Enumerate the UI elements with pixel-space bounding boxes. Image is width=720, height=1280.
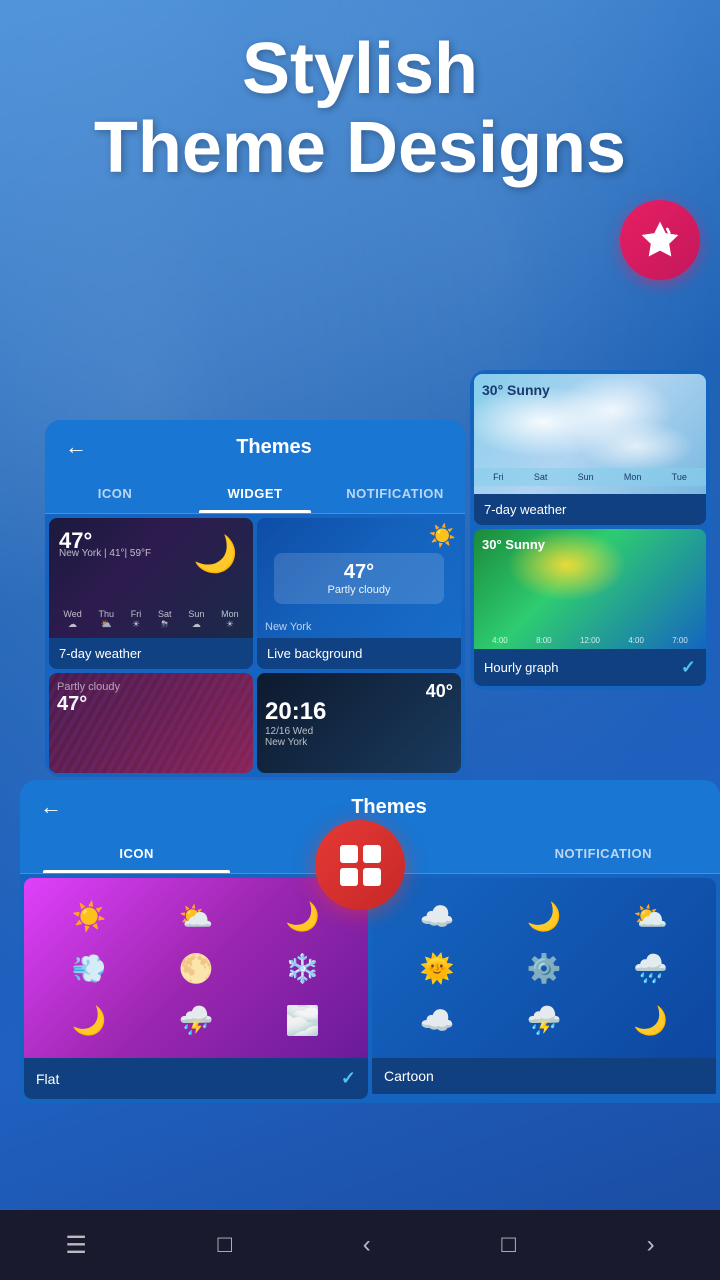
cartoon-sun-big: 🌞 — [420, 952, 455, 985]
flat-moon-cloud: 🌙 — [285, 900, 320, 933]
flat-crescent: 🌙 — [72, 1004, 107, 1037]
mid-cards-grid: 47° New York | 41°| 59°F 🌙 Wed☁ Thu⛅ Fri… — [45, 514, 465, 777]
moon-icon: 🌙 — [193, 533, 238, 575]
hourly-temp: 30° Sunny — [482, 537, 545, 552]
right-card-hourly-label: Hourly graph ✓ — [474, 649, 706, 686]
card-clock[interactable]: 20:16 12/16 Wed New York 40° — [257, 673, 461, 773]
night-days: Wed☁ Thu⛅ Fri☀ Sat⛈ Sun☁ Mon☀ — [49, 609, 253, 630]
flat-sun: ☀️ — [72, 900, 107, 933]
hour-4: 4:00 — [628, 636, 644, 645]
card-night-label: 7-day weather — [49, 638, 253, 669]
star-icon — [638, 218, 682, 262]
star-badge[interactable] — [620, 200, 700, 280]
flat-lightning: ⛈️ — [179, 1004, 214, 1037]
clock-time: 20:16 — [265, 698, 326, 726]
card-live-label: Live background — [257, 638, 461, 669]
card-night-weather[interactable]: 47° New York | 41°| 59°F 🌙 Wed☁ Thu⛅ Fri… — [49, 518, 253, 669]
icon-set-flat[interactable]: ☀️ ⛅ 🌙 💨 🌕 ❄️ 🌙 ⛈️ 🌫️ Flat ✓ — [24, 878, 368, 1099]
nav-bar: ☰ □ ‹ □ › — [0, 1210, 720, 1280]
hour-2: 8:00 — [536, 636, 552, 645]
cartoon-cloud2: ☁️ — [420, 1004, 455, 1037]
card-live-bg[interactable]: ☀️ 47° Partly cloudy New York Live backg… — [257, 518, 461, 669]
nav-forward[interactable]: › — [647, 1231, 655, 1259]
live-sun-icon: ☀️ — [429, 523, 456, 549]
tab-icon-mid[interactable]: ICON — [45, 474, 185, 513]
day-tue: Tue — [672, 472, 687, 482]
flat-full-sun: 🌕 — [179, 952, 214, 985]
tab-widget-mid[interactable]: WIDGET — [185, 474, 325, 513]
cartoon-storm: ⛈️ — [527, 1004, 562, 1037]
nav-home[interactable]: □ — [218, 1231, 233, 1259]
nav-menu[interactable]: ☰ — [65, 1231, 87, 1260]
cartoon-night-cloud: 🌙 — [633, 1004, 668, 1037]
cartoon-moon: 🌙 — [527, 900, 562, 933]
hourly-checkmark: ✓ — [681, 657, 696, 678]
day-sat: Sat — [534, 472, 548, 482]
flat-wind: 💨 — [72, 952, 107, 985]
clock-temp: 40° — [426, 681, 453, 702]
day-fri: Fri — [493, 472, 504, 482]
tab-notification-back[interactable]: NOTIFICATION — [487, 834, 720, 873]
day-mon: Mon — [624, 472, 642, 482]
cartoon-cloud1: ☁️ — [420, 900, 455, 933]
live-temp: 47° — [290, 561, 427, 584]
hour-5: 7:00 — [672, 636, 688, 645]
right-card-7day-temp: 30° Sunny — [482, 382, 550, 398]
mid-back-arrow[interactable]: ← — [65, 434, 87, 460]
right-card-7day-label: 7-day weather — [474, 494, 706, 525]
live-desc: Partly cloudy — [290, 584, 427, 596]
flat-fog: 🌫️ — [285, 1004, 320, 1037]
tab-notification-mid[interactable]: NOTIFICATION — [325, 474, 465, 513]
day-sun: Sun — [578, 472, 594, 482]
right-card-7day[interactable]: 30° Sunny Fri Sat Sun Mon Tue 7-day weat… — [474, 374, 706, 525]
fab-grid-icon — [336, 841, 385, 890]
mid-window-title: Themes — [236, 436, 312, 459]
card-stormy[interactable]: Partly cloudy 47° — [49, 673, 253, 773]
mid-tabs: ICON WIDGET NOTIFICATION — [45, 474, 465, 514]
flat-cloud: ⛅ — [179, 900, 214, 933]
icon-set-cartoon[interactable]: ☁️ 🌙 ⛅ 🌞 ⚙️ 🌧️ ☁️ ⛈️ 🌙 Cartoon — [372, 878, 716, 1099]
flat-label: Flat ✓ — [24, 1058, 368, 1099]
clock-location: New York — [265, 737, 326, 748]
hero-title: Stylish Theme Designs — [0, 30, 720, 188]
mid-window-header: ← Themes — [45, 420, 465, 474]
live-location: New York — [265, 621, 311, 633]
back-arrow-icon[interactable]: ← — [40, 794, 62, 820]
hour-3: 12:00 — [580, 636, 600, 645]
back-window-title: Themes — [351, 796, 427, 819]
cartoon-partial: ⛅ — [633, 900, 668, 933]
themes-right-panel: 30° Sunny Fri Sat Sun Mon Tue 7-day weat… — [470, 370, 710, 690]
right-card-hourly[interactable]: 30° Sunny 4:00 8:00 12:00 4:00 7:00 Hour… — [474, 529, 706, 686]
themes-mid-window: ← Themes ICON WIDGET NOTIFICATION 47° Ne… — [45, 420, 465, 777]
nav-recent[interactable]: □ — [501, 1231, 516, 1259]
tab-icon-back[interactable]: ICON — [20, 834, 253, 873]
clock-date: 12/16 Wed — [265, 726, 326, 737]
hour-1: 4:00 — [492, 636, 508, 645]
cartoon-rain: 🌧️ — [633, 952, 668, 985]
fab-app-grid[interactable] — [315, 820, 405, 910]
cartoon-label: Cartoon — [372, 1058, 716, 1094]
nav-back[interactable]: ‹ — [363, 1231, 371, 1259]
night-location: New York | 41°| 59°F — [59, 548, 151, 559]
flat-checkmark: ✓ — [341, 1068, 356, 1089]
cartoon-gear: ⚙️ — [527, 952, 562, 985]
flat-snow-cloud: ❄️ — [285, 952, 320, 985]
